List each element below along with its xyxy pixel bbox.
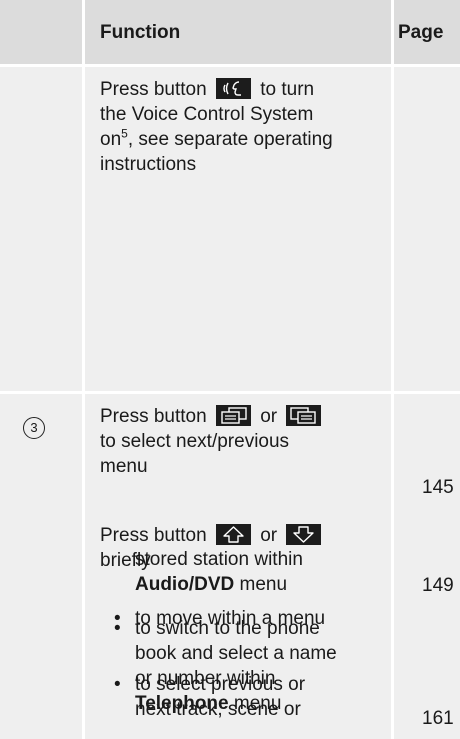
menu-next-icon: [215, 405, 251, 426]
row-marker-3: 3: [23, 417, 45, 439]
page-ref-145: 145: [422, 477, 454, 498]
row2-p1-line3: menu: [100, 456, 148, 477]
arrow-up-icon: [215, 524, 251, 545]
header-marker-cell: [0, 0, 82, 64]
bullet-3-line2: book and select a name: [135, 643, 337, 664]
bullet-2-line3: stored station within: [135, 549, 303, 570]
header-function: Function: [100, 22, 181, 43]
row2-p2-line1: Press button or: [100, 524, 325, 548]
bullet-3-line3: or number within: [135, 668, 276, 689]
row1-line2: the Voice Control System: [100, 104, 314, 125]
row1-line3: on5, see separate operating: [100, 126, 333, 150]
bullet-3-line4: Telephone menu: [135, 693, 282, 714]
header-page-cell: Page: [394, 0, 460, 64]
function-table: Function Page Press button to turn the V…: [0, 0, 460, 739]
page-ref-161: 161: [422, 708, 454, 729]
row1-function-cell: Press button to turn the Voice Control S…: [85, 67, 391, 391]
row1-line1: Press button to turn: [100, 78, 315, 100]
bullet-2: •: [114, 674, 121, 695]
row1-page-cell: [394, 67, 460, 391]
page-ref-149: 149: [422, 575, 454, 596]
row2-p1-line2: to select next/previous: [100, 431, 290, 452]
arrow-down-icon: [286, 524, 322, 545]
bullet-3: •: [114, 618, 121, 639]
header-page: Page: [398, 22, 444, 43]
menu-prev-icon: [286, 405, 322, 426]
row2-page-cell: 145: [394, 394, 460, 739]
bullet-3-line1: to switch to the phone: [135, 618, 320, 639]
row1-marker-cell: [0, 67, 82, 391]
row2-marker-cell: [0, 394, 82, 739]
bullet-2-line4: Audio/DVD menu: [135, 574, 288, 595]
header-function-cell: Function: [85, 0, 391, 64]
row1-line4: instructions: [100, 154, 197, 175]
voice-control-icon: [215, 78, 251, 99]
row2-p1-line1: Press button or: [100, 405, 325, 429]
